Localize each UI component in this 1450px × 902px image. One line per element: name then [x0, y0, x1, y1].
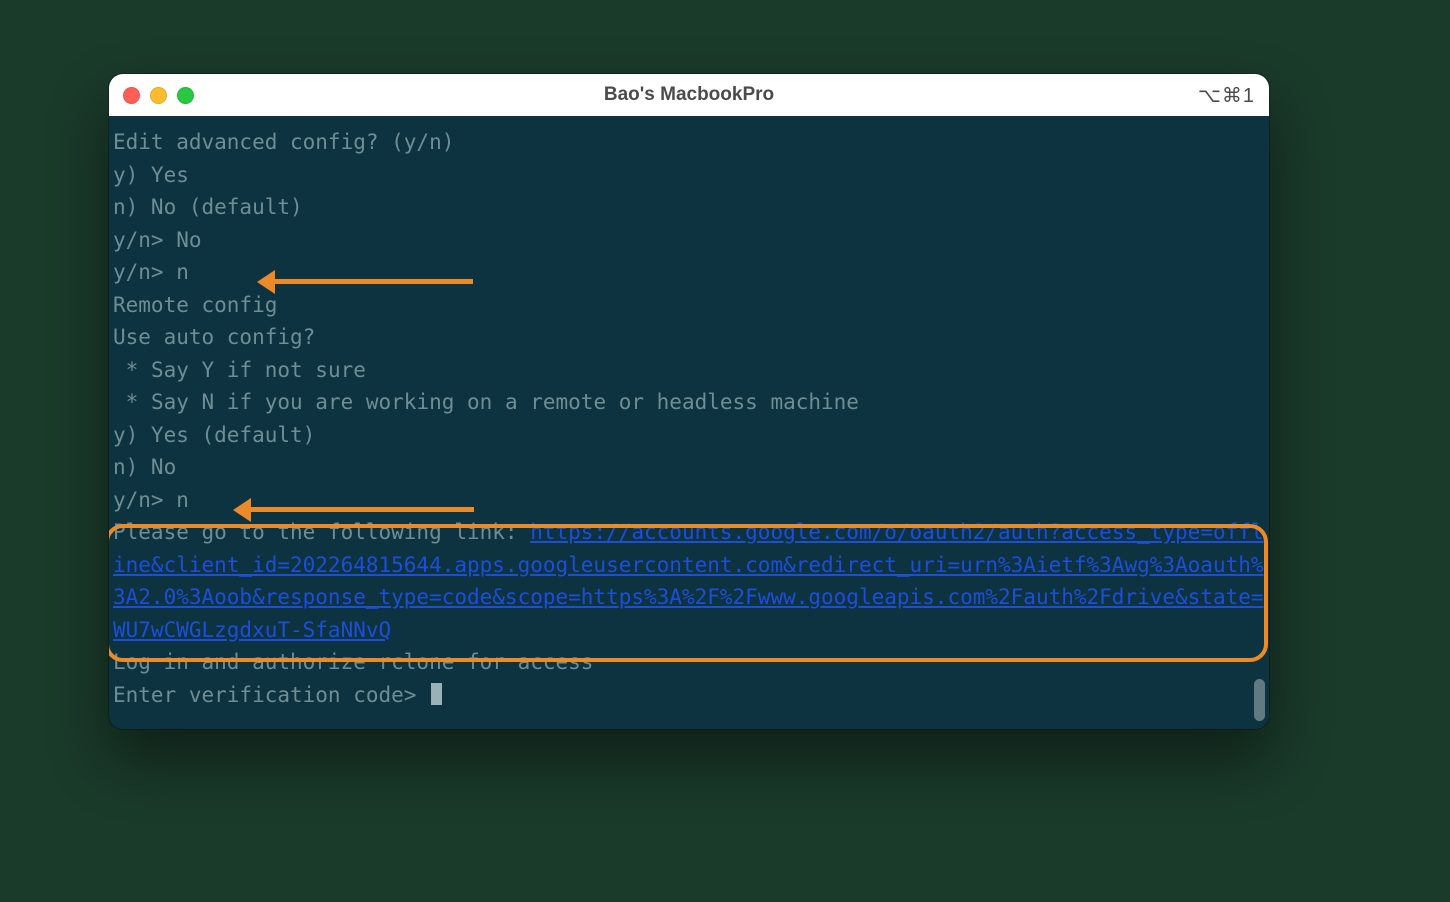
oauth-link-line: Please go to the following link: https:/…: [113, 516, 1265, 646]
window-shortcut-hint: ⌥⌘1: [1198, 83, 1255, 108]
link-prefix: Please go to the following link:: [113, 520, 530, 544]
annotation-arrow-icon: [239, 507, 474, 512]
terminal-line: Log in and authorize rclone for access: [113, 646, 1265, 679]
window-controls: [123, 87, 194, 104]
terminal-line: Edit advanced config? (y/n): [113, 126, 1265, 159]
window-title: Bao's MacbookPro: [109, 84, 1269, 106]
minimize-icon[interactable]: [150, 87, 167, 104]
terminal-line: Use auto config?: [113, 321, 1265, 354]
terminal-line: n) No: [113, 451, 1265, 484]
terminal-line: y/n> No: [113, 224, 1265, 257]
scrollbar-thumb[interactable]: [1254, 679, 1265, 721]
terminal-line: n) No (default): [113, 191, 1265, 224]
titlebar: Bao's MacbookPro ⌥⌘1: [109, 74, 1269, 117]
terminal-body[interactable]: Edit advanced config? (y/n) y) Yes n) No…: [109, 116, 1269, 729]
terminal-line: * Say Y if not sure: [113, 354, 1265, 387]
terminal-line: y) Yes (default): [113, 419, 1265, 452]
terminal-line: y) Yes: [113, 159, 1265, 192]
terminal-line: Remote config: [113, 289, 1265, 322]
prompt-line: Enter verification code>: [113, 679, 1265, 712]
terminal-window: Bao's MacbookPro ⌥⌘1 Edit advanced confi…: [109, 74, 1269, 729]
annotation-arrow-icon: [263, 279, 473, 284]
prompt-label: Enter verification code>: [113, 683, 429, 707]
zoom-icon[interactable]: [177, 87, 194, 104]
cursor-icon: [431, 683, 442, 705]
terminal-line: * Say N if you are working on a remote o…: [113, 386, 1265, 419]
close-icon[interactable]: [123, 87, 140, 104]
